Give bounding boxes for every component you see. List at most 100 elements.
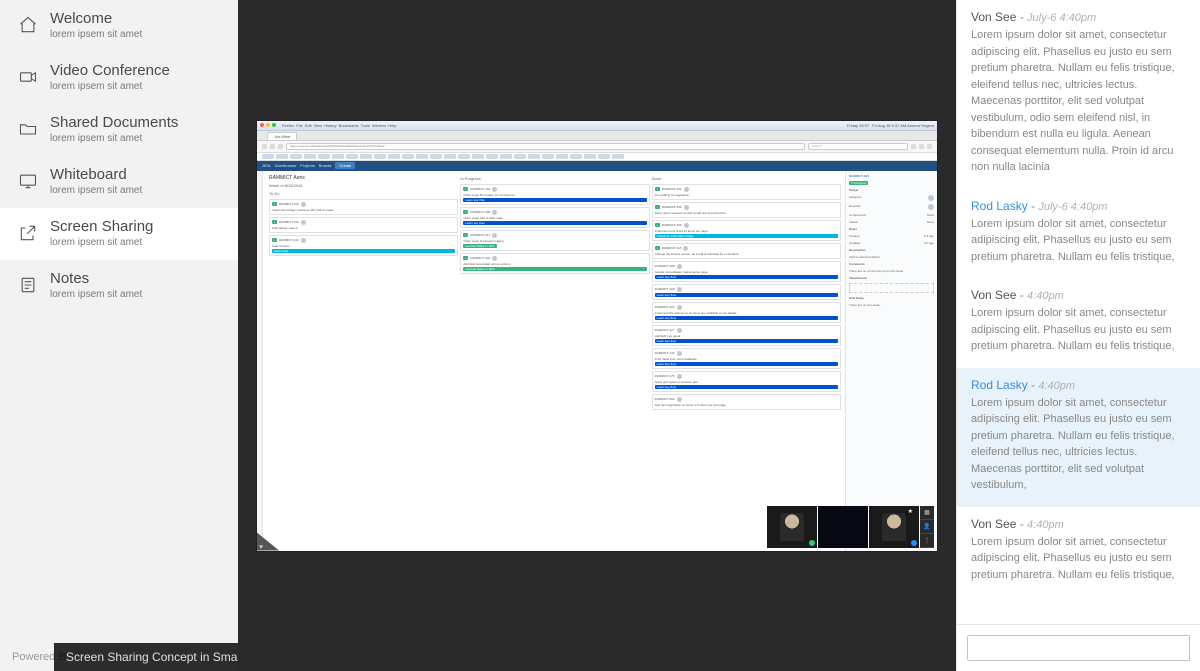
detail-comments: There are no comments yet on this issue. <box>849 269 934 273</box>
chat-author: Von See <box>971 10 1016 24</box>
video-controls: ▦ 👤 ⋮ <box>920 506 934 548</box>
menu-firefox: Firefox <box>282 123 294 128</box>
jira-detail-panel: RAMMICT-103 In Progress People Assignee … <box>845 171 937 551</box>
board-subtitle: Week of 8/15/2016 <box>269 183 458 188</box>
jira-card: RAMMICT-200Add next pagination so hover … <box>652 394 841 410</box>
chat-message-header: Von See - 4:40pm <box>971 517 1186 531</box>
nav-sub: lorem ipsem sit amet <box>50 81 170 92</box>
chat-message-header: Von See - July-6 4:40pm <box>971 10 1186 24</box>
chat-author[interactable]: Rod Lasky <box>971 199 1028 213</box>
chat-message: Von See - July-6 4:40pm Lorem ipsum dolor… <box>957 0 1200 189</box>
participant-video-2[interactable] <box>818 506 868 548</box>
sidebar-item-whiteboard[interactable]: Whiteboard lorem ipsem sit amet <box>0 156 238 208</box>
video-grid-icon[interactable]: ▦ <box>920 506 934 520</box>
chat-author: Von See <box>971 288 1016 302</box>
jira-board: RAMMICT Aeris Week of 8/15/2016 To Do •R… <box>257 171 937 551</box>
nav-title: Video Conference <box>50 62 170 80</box>
url-field: https://meet.jit.si/RocketChat6b0064f49a… <box>286 143 805 150</box>
nav-sub: lorem ipsem sit amet <box>50 289 142 300</box>
detail-description: Click to add description <box>849 255 934 259</box>
nav-back-icon <box>262 144 267 149</box>
camera-icon <box>14 67 42 87</box>
chat-timestamp: 4:40pm <box>1027 290 1064 302</box>
nav-title: Shared Documents <box>50 114 178 132</box>
menu-view: View <box>314 123 323 128</box>
jira-menu-boards: Boards <box>319 163 332 168</box>
addon-icon <box>919 144 924 149</box>
monitor-icon <box>14 171 42 191</box>
chat-body: Lorem ipsum dolor sit amet, consectetur … <box>971 27 1186 176</box>
window-controls <box>260 123 276 127</box>
jira-card: •RAMMICT-102Add partner search <box>269 217 458 233</box>
notes-icon <box>14 275 42 295</box>
nav-sub: lorem ipsem sit amet <box>50 237 153 248</box>
jira-card: RAMMICT-123Implement the actions so no i… <box>652 302 841 323</box>
participant-video-1[interactable] <box>767 506 817 548</box>
share-icon <box>14 223 42 243</box>
jira-card: •RAMMICT-103Order Logic Fix header for c… <box>460 184 649 205</box>
video-strip: ▦ 👤 ⋮ <box>767 506 934 548</box>
jira-card: •RAMMICT-106Partly items selected so tha… <box>652 202 841 218</box>
browser-tab: Jira Meet <box>267 132 297 140</box>
zoom-dot <box>272 123 276 127</box>
menu-window: Window <box>372 123 386 128</box>
sidebar-item-shared-documents[interactable]: Shared Documents lorem ipsem sit amet <box>0 104 238 156</box>
jira-menu-projects: Projects <box>300 163 314 168</box>
chat-input[interactable] <box>967 635 1190 661</box>
chat-author[interactable]: Rod Lasky <box>971 378 1028 392</box>
jira-menu-dashboards: Dashboards <box>275 163 297 168</box>
nav-title: Whiteboard <box>50 166 142 184</box>
jira-card: •RAMMICT-101Implement Adsign Customer AP… <box>269 199 458 215</box>
detail-subtasks: There are no sub-tasks. <box>849 303 934 307</box>
jira-card: •RAMMICT-142Add field associated across … <box>460 253 649 274</box>
chat-author: Von See <box>971 517 1016 531</box>
jira-card: •RAMMICT-118Change the license screen, a… <box>652 243 841 259</box>
detail-key: RAMMICT-103 <box>849 174 934 178</box>
video-more-icon[interactable]: ⋮ <box>920 534 934 548</box>
chat-body: Lorem ipsum dolor sit amet, consectetur … <box>971 534 1186 584</box>
jira-card: •RAMMICT-117Order Logic Implement paging… <box>460 230 649 251</box>
chat-message: Von See - 4:40pm Lorem ipsum dolor sit am… <box>957 507 1200 597</box>
close-dot <box>260 123 264 127</box>
chat-timestamp: 4:40pm <box>1038 380 1075 392</box>
macos-menubar: Firefox File Edit View History Bookmarks… <box>257 121 937 131</box>
browser-address-bar: https://meet.jit.si/RocketChat6b0064f49a… <box>257 141 937 153</box>
jira-card: RAMMICT-109Learn key flow <box>652 284 841 300</box>
chat-timestamp: July-6 4:40pm <box>1038 201 1107 213</box>
jira-header: JIRA Dashboards Projects Boards Create <box>257 161 937 171</box>
jira-create-button: Create <box>335 162 355 169</box>
sidebar-item-video-conference[interactable]: Video Conference lorem ipsem sit amet <box>0 52 238 104</box>
chat-message: Von See - 4:40pmLorem ipsum dolor sit am… <box>957 278 1200 368</box>
chat-message-header: Von See - 4:40pm <box>971 288 1186 302</box>
participant-video-3[interactable] <box>869 506 919 548</box>
nav-title: Notes <box>50 270 142 288</box>
jira-card: RAMMICT-108Google consolidated maintenan… <box>652 261 841 282</box>
col-head: To Do <box>269 190 458 197</box>
chat-messages: Von See - July-6 4:40pm Lorem ipsum dolor… <box>957 0 1200 624</box>
reload-icon <box>278 144 283 149</box>
home-icon <box>14 15 42 35</box>
nav-sub: lorem ipsem sit amet <box>50 133 178 144</box>
jira-columns: RAMMICT Aeris Week of 8/15/2016 To Do •R… <box>263 171 845 551</box>
jira-card: RAMMICT-176Apply grid styles to carousel… <box>652 371 841 392</box>
concept-badge: Screen Sharing Concept in SmarterMail 16 <box>54 643 238 671</box>
sidebar: Welcome lorem ipsem sit amet Video Confe… <box>0 0 238 671</box>
browser-tabrow: Jira Meet <box>257 131 937 141</box>
chat-panel: Von See - July-6 4:40pm Lorem ipsum dolor… <box>956 0 1200 671</box>
nav-forward-icon <box>270 144 275 149</box>
jira-col-todo: RAMMICT Aeris Week of 8/15/2016 To Do •R… <box>269 175 458 547</box>
sidebar-item-screen-sharing[interactable]: Screen Sharing lorem ipsem sit amet <box>0 208 238 260</box>
chat-message: Rod Lasky - 4:40pmLorem ipsum dolor sit … <box>957 368 1200 507</box>
board-title: RAMMICT Aeris <box>269 175 458 181</box>
chat-input-wrap <box>957 624 1200 671</box>
jira-col-done: Done •RAMMICT-104Fix padding for paginat… <box>652 175 841 547</box>
nav-sub: lorem ipsem sit amet <box>50 185 142 196</box>
sidebar-item-notes[interactable]: Notes lorem ipsem sit amet <box>0 260 238 312</box>
jira-card: •RAMMICT-104Fix padding for pagination <box>652 184 841 200</box>
chat-timestamp: July-6 4:40pm <box>1027 12 1096 24</box>
video-person-icon[interactable]: 👤 <box>920 520 934 534</box>
addon-icon <box>927 144 932 149</box>
menu-history: History <box>324 123 336 128</box>
detail-status: In Progress <box>849 181 868 185</box>
sidebar-item-welcome[interactable]: Welcome lorem ipsem sit amet <box>0 0 238 52</box>
